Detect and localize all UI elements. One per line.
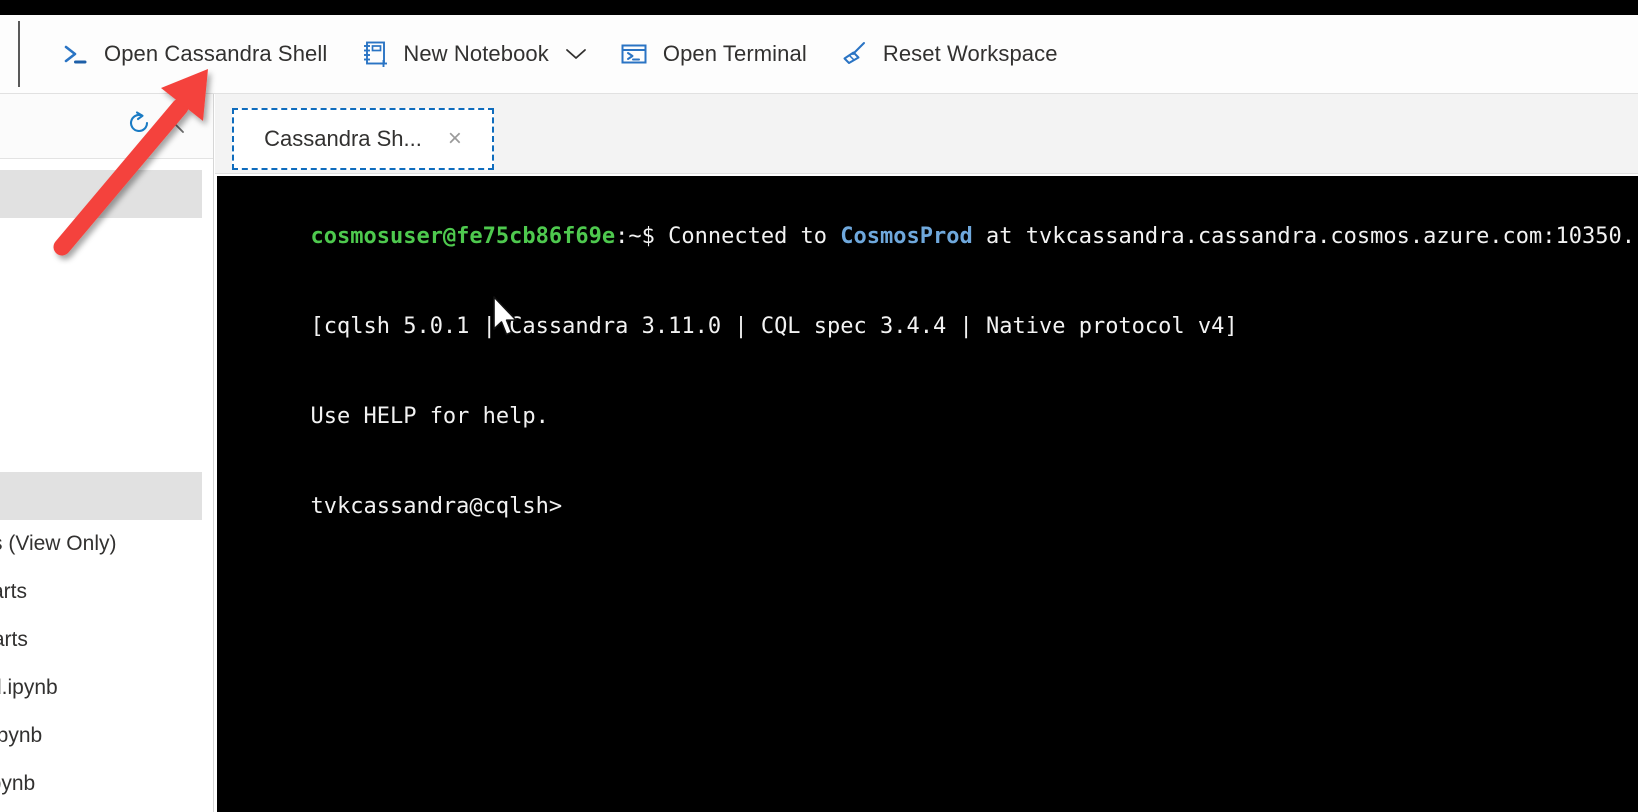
command-bar: Open Cassandra Shell New Notebook Open T… [0,15,1638,94]
resource-tree-toolbar [0,94,213,159]
shell-prompt-icon [60,39,90,69]
broom-icon [839,39,869,69]
command-bar-divider [18,21,20,87]
list-item-label: arts [0,580,28,603]
new-notebook-button[interactable]: New Notebook [343,15,603,94]
tab-title: Cassandra Sh... [264,126,422,151]
terminal-keyspace-name: CosmosProd [840,224,973,249]
list-item-label: ipynb [0,772,36,795]
tab-strip: Cassandra Sh... × [215,94,1638,174]
list-item[interactable]: tarts [0,616,202,664]
terminal-help-hint: Use HELP for help. [310,404,549,429]
terminal-text: :~$ Connected to [615,224,841,249]
reset-workspace-label: Reset Workspace [882,41,1058,66]
list-item-label: s (View Only) [0,532,117,555]
terminal-line: Use HELP for help. [231,372,1638,462]
list-item[interactable]: ipynb [0,712,202,760]
terminal-cqlsh-prompt: tvkcassandra@cqlsh> [310,494,563,519]
chevron-down-icon[interactable] [565,47,587,61]
list-item[interactable] [0,170,202,218]
list-item[interactable]: ipynb [0,760,202,808]
list-item[interactable]: s (View Only) [0,520,202,568]
list-item[interactable]: d.ipynb [0,664,202,712]
window-top-strip [0,0,1638,15]
list-item-label: ipynb [0,724,43,747]
tab-cassandra-shell[interactable]: Cassandra Sh... × [232,108,494,170]
notebook-resource-tree-panel: s (View Only) arts tarts d.ipynb ipynb i… [0,94,214,812]
terminal-window-icon [619,39,649,69]
terminal-version-info: [cqlsh 5.0.1 | Cassandra 3.11.0 | CQL sp… [310,314,1238,339]
terminal-endpoint: at tvkcassandra.cassandra.cosmos.azure.c… [972,224,1636,249]
terminal-line: tvkcassandra@cqlsh> [231,462,1638,552]
close-icon[interactable]: × [448,127,462,151]
open-cassandra-shell-label: Open Cassandra Shell [104,41,328,66]
chevron-left-icon[interactable] [163,106,197,140]
list-item-label: d.ipynb [0,676,58,699]
cassandra-shell-terminal[interactable]: cosmosuser@fe75cb86f69e:~$ Connected to … [217,176,1638,812]
reset-workspace-button[interactable]: Reset Workspace [823,15,1074,94]
terminal-line: cosmosuser@fe75cb86f69e:~$ Connected to … [231,192,1638,282]
list-item[interactable]: arts [0,568,202,616]
new-notebook-label: New Notebook [403,41,549,66]
open-terminal-label: Open Terminal [662,41,807,66]
terminal-prompt-user: cosmosuser@fe75cb86f69e [310,224,616,249]
open-cassandra-shell-button[interactable]: Open Cassandra Shell [44,15,343,94]
list-item[interactable] [0,472,202,520]
app-root: Open Cassandra Shell New Notebook Open T… [0,0,1638,812]
terminal-line: [cqlsh 5.0.1 | Cassandra 3.11.0 | CQL sp… [231,282,1638,372]
notebook-add-icon [359,39,389,69]
list-item-label: tarts [0,628,28,651]
open-terminal-button[interactable]: Open Terminal [603,15,823,94]
refresh-icon[interactable] [122,106,156,140]
